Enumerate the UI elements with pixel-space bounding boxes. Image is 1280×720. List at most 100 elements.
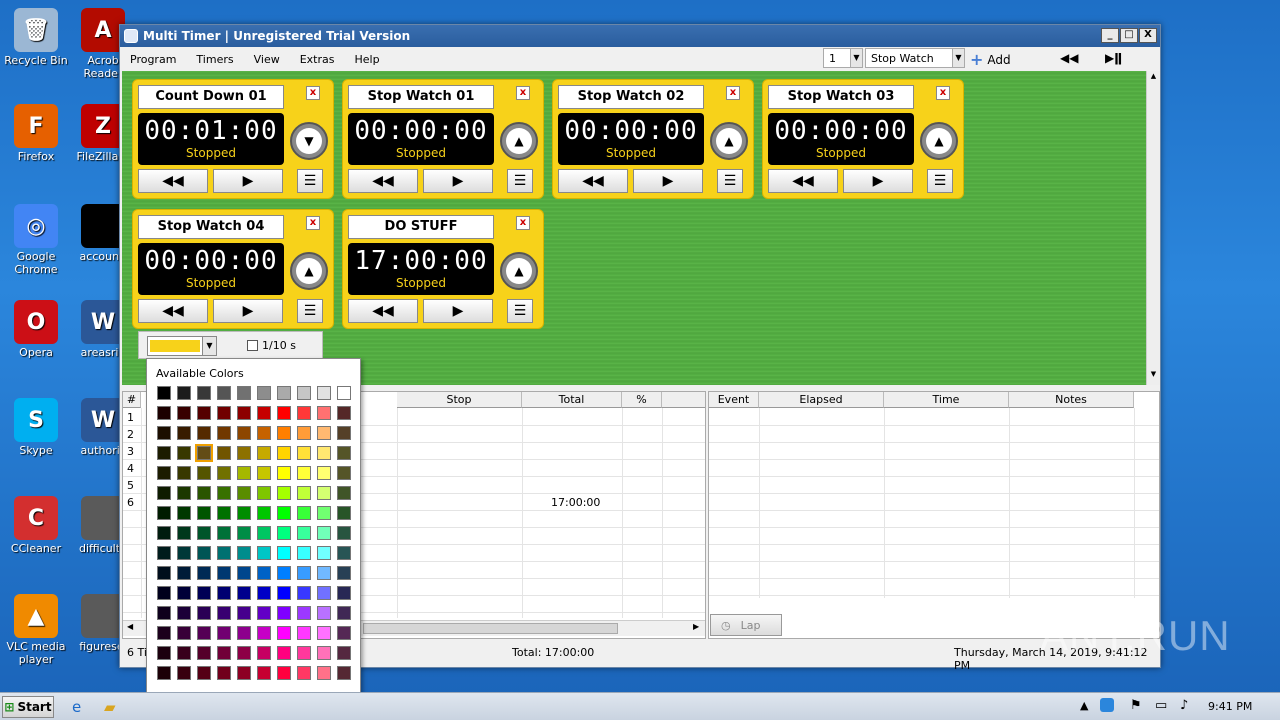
timer-menu-button[interactable]: ☰ — [927, 169, 953, 193]
color-swatch[interactable] — [177, 566, 191, 580]
color-swatch[interactable] — [177, 646, 191, 660]
color-swatch[interactable] — [157, 406, 171, 420]
color-swatch[interactable] — [337, 506, 351, 520]
color-swatch[interactable] — [197, 646, 211, 660]
color-swatch[interactable] — [217, 446, 231, 460]
direction-button[interactable]: ▼ — [290, 122, 328, 160]
color-swatch[interactable] — [237, 426, 251, 440]
color-swatch[interactable] — [217, 566, 231, 580]
color-swatch[interactable] — [237, 386, 251, 400]
color-swatch[interactable] — [217, 646, 231, 660]
color-swatch[interactable] — [337, 526, 351, 540]
color-swatch[interactable] — [217, 466, 231, 480]
color-swatch[interactable] — [337, 646, 351, 660]
explorer-icon[interactable]: ▰ — [104, 698, 116, 716]
close-icon[interactable]: x — [516, 216, 530, 230]
column-header[interactable]: % — [622, 392, 662, 408]
desktop-icon[interactable]: 🗑 Recycle Bin — [1, 8, 71, 67]
color-swatch[interactable] — [257, 426, 271, 440]
color-swatch[interactable] — [317, 426, 331, 440]
play-button[interactable]: ▶ — [213, 169, 283, 193]
column-header[interactable]: # — [123, 392, 141, 408]
color-swatch[interactable] — [297, 566, 311, 580]
color-swatch[interactable] — [177, 546, 191, 560]
color-swatch[interactable] — [317, 606, 331, 620]
rewind-all-button[interactable]: ◀◀ — [1060, 51, 1078, 65]
color-swatch[interactable] — [217, 406, 231, 420]
desktop-icon[interactable]: ▲ VLC media player — [1, 594, 71, 666]
color-swatch[interactable] — [217, 586, 231, 600]
count-select[interactable]: 1 ▼ — [823, 48, 863, 68]
color-swatch[interactable] — [197, 426, 211, 440]
color-swatch[interactable] — [257, 386, 271, 400]
color-swatch[interactable] — [157, 426, 171, 440]
column-header[interactable] — [662, 392, 705, 408]
color-swatch[interactable] — [317, 526, 331, 540]
color-swatch[interactable] — [217, 546, 231, 560]
ie-icon[interactable]: e — [72, 698, 81, 716]
direction-button[interactable]: ▲ — [500, 252, 538, 290]
tray-app-icon[interactable] — [1100, 698, 1114, 712]
play-button[interactable]: ▶ — [213, 299, 283, 323]
timer-name[interactable]: DO STUFF — [348, 215, 494, 239]
color-swatch[interactable] — [297, 646, 311, 660]
color-swatch[interactable] — [257, 566, 271, 580]
volume-icon[interactable]: ♪ — [1180, 698, 1188, 713]
color-swatch[interactable] — [177, 486, 191, 500]
color-swatch[interactable] — [197, 386, 211, 400]
scroll-thumb[interactable] — [363, 623, 618, 634]
desktop-icon[interactable]: C CCleaner — [1, 496, 71, 555]
rewind-button[interactable]: ◀◀ — [348, 169, 418, 193]
color-swatch[interactable] — [317, 466, 331, 480]
play-button[interactable]: ▶ — [423, 299, 493, 323]
color-swatch[interactable] — [317, 626, 331, 640]
scroll-right-icon[interactable]: ▶ — [693, 622, 699, 631]
color-swatch[interactable] — [277, 546, 291, 560]
color-swatch[interactable] — [197, 526, 211, 540]
color-swatch[interactable] — [257, 626, 271, 640]
color-swatch[interactable] — [177, 586, 191, 600]
color-swatch[interactable] — [217, 506, 231, 520]
timer-name[interactable]: Stop Watch 02 — [558, 85, 704, 109]
color-swatch[interactable] — [277, 526, 291, 540]
color-swatch[interactable] — [257, 586, 271, 600]
color-swatch[interactable] — [197, 466, 211, 480]
color-swatch[interactable] — [277, 386, 291, 400]
color-swatch[interactable] — [237, 586, 251, 600]
color-swatch[interactable] — [277, 646, 291, 660]
color-swatch[interactable] — [277, 426, 291, 440]
color-swatch[interactable] — [197, 566, 211, 580]
color-swatch[interactable] — [177, 626, 191, 640]
timer-menu-button[interactable]: ☰ — [507, 169, 533, 193]
column-header[interactable]: Total — [522, 392, 622, 408]
color-swatch[interactable] — [157, 606, 171, 620]
color-swatch[interactable] — [337, 386, 351, 400]
color-swatch[interactable] — [177, 386, 191, 400]
color-swatch[interactable] — [217, 386, 231, 400]
add-button[interactable]: + Add — [970, 50, 1011, 69]
color-swatch[interactable] — [157, 526, 171, 540]
timer-name[interactable]: Stop Watch 04 — [138, 215, 284, 239]
scroll-down-icon[interactable]: ▼ — [1148, 370, 1159, 381]
start-button[interactable]: ⊞ Start — [2, 696, 54, 718]
color-swatch[interactable] — [257, 666, 271, 680]
color-swatch[interactable] — [217, 666, 231, 680]
close-icon[interactable]: x — [516, 86, 530, 100]
menu-extras[interactable]: Extras — [300, 53, 335, 66]
color-swatch[interactable] — [317, 586, 331, 600]
menu-view[interactable]: View — [254, 53, 280, 66]
tray-arrow-icon[interactable]: ▲ — [1080, 699, 1088, 712]
color-swatch[interactable] — [277, 626, 291, 640]
color-swatch[interactable] — [317, 406, 331, 420]
rewind-button[interactable]: ◀◀ — [348, 299, 418, 323]
column-header[interactable]: Time — [884, 392, 1009, 408]
color-swatch[interactable] — [237, 546, 251, 560]
color-swatch[interactable] — [257, 546, 271, 560]
color-swatch[interactable] — [177, 506, 191, 520]
color-swatch[interactable] — [297, 426, 311, 440]
color-swatch[interactable] — [277, 666, 291, 680]
network-icon[interactable]: ▭ — [1155, 698, 1167, 713]
color-swatch[interactable] — [157, 626, 171, 640]
desktop-icon[interactable]: F Firefox — [1, 104, 71, 163]
timers-scrollbar[interactable]: ▲ ▼ — [1146, 71, 1160, 385]
